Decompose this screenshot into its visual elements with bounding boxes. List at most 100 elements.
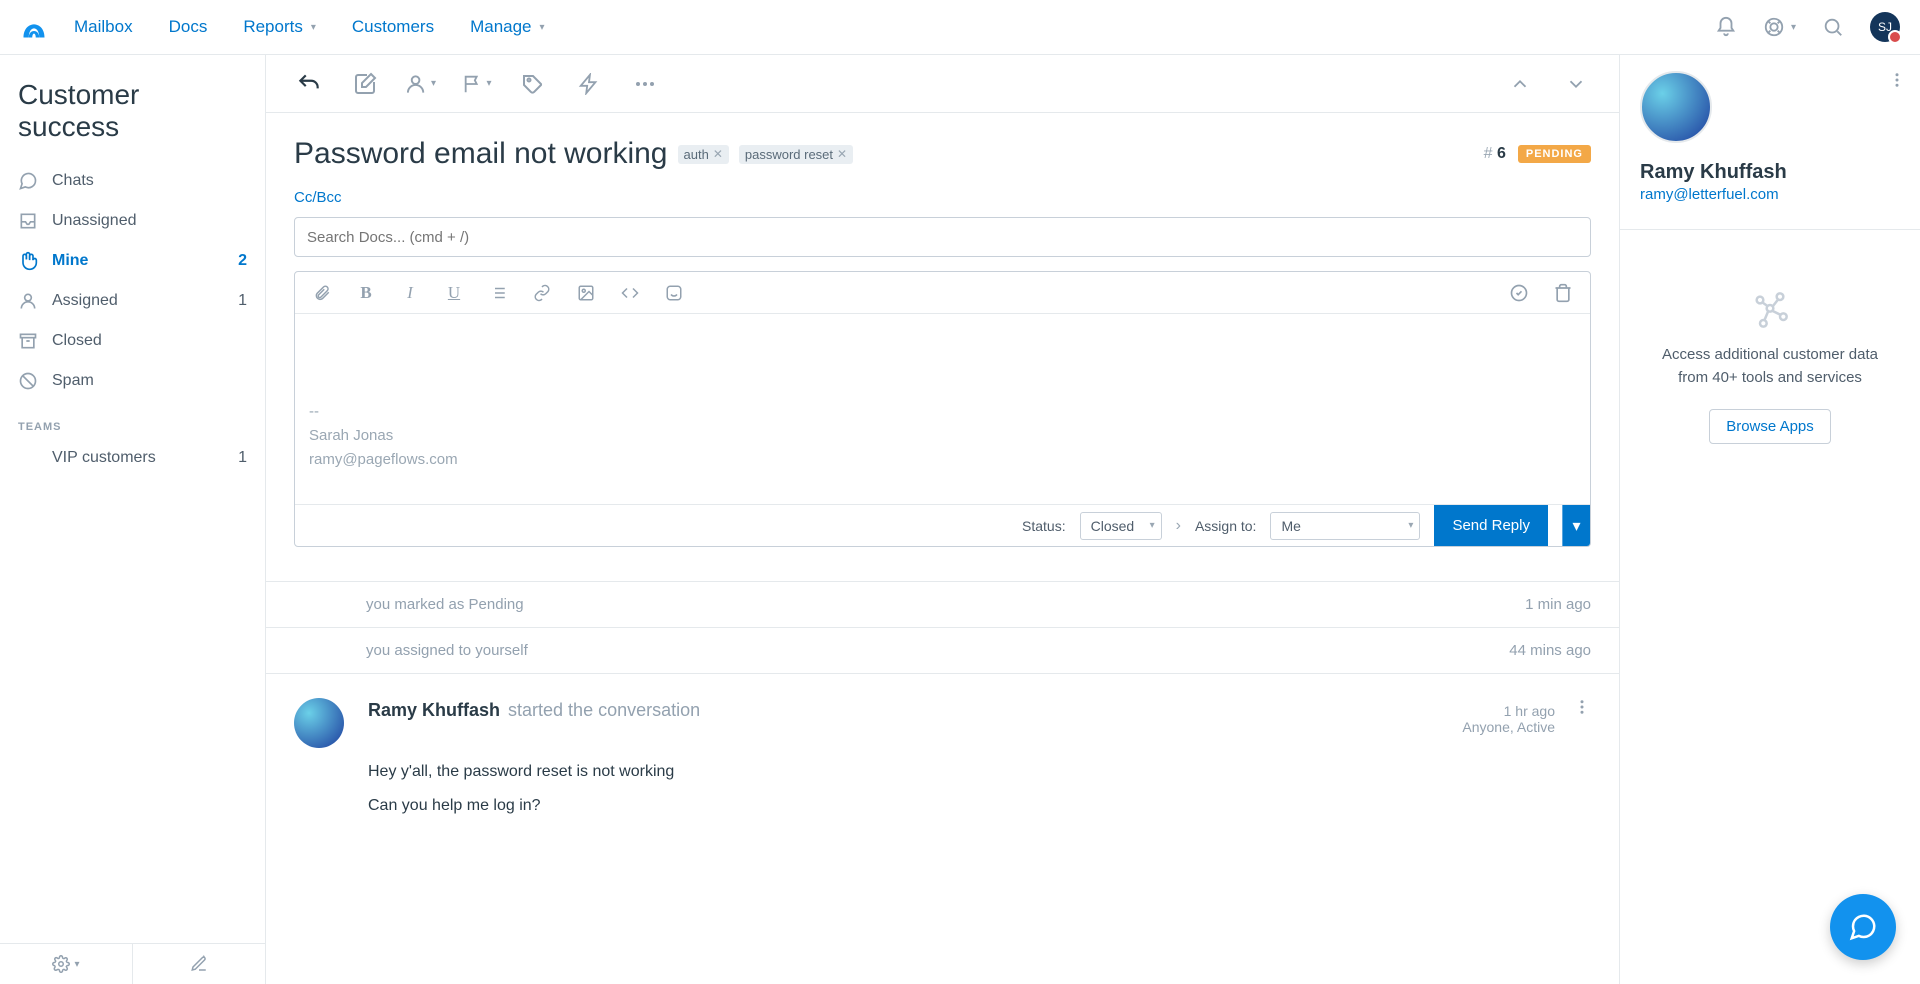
italic-icon[interactable]: I (397, 280, 423, 306)
discard-icon[interactable] (1550, 280, 1576, 306)
sidebar-item-count: 1 (238, 292, 247, 310)
sidebar-item-assigned[interactable]: Assigned 1 (0, 281, 265, 321)
attachment-icon[interactable] (309, 280, 335, 306)
customer-name: Ramy Khuffash (1640, 161, 1900, 184)
tag-remove-icon[interactable]: ✕ (837, 147, 847, 161)
signature-name: Sarah Jonas (309, 424, 1576, 448)
customer-avatar (294, 698, 344, 748)
reply-icon[interactable] (294, 69, 324, 99)
lifebuoy-icon[interactable]: ▾ (1763, 16, 1796, 38)
sidebar-item-unassigned[interactable]: Unassigned (0, 201, 265, 241)
conversation-title: Password email not working (294, 137, 668, 171)
bell-icon[interactable] (1715, 16, 1737, 38)
teams-heading: TEAMS (0, 401, 265, 439)
sidebar-item-label: Chats (52, 172, 94, 190)
caret-down-icon: ▾ (1791, 22, 1796, 33)
sidebar-item-label: Unassigned (52, 212, 137, 230)
nav-reports[interactable]: Reports▾ (243, 17, 316, 37)
conversation-tag[interactable]: password reset✕ (739, 145, 853, 164)
status-select[interactable]: Closed (1080, 512, 1162, 540)
thread-message: Ramy Khuffash started the conversation 1… (266, 673, 1619, 846)
link-icon[interactable] (529, 280, 555, 306)
next-conversation-icon[interactable] (1561, 69, 1591, 99)
status-flag-icon[interactable]: ▾ (462, 69, 492, 99)
browse-apps-button[interactable]: Browse Apps (1709, 409, 1831, 444)
mailbox-title: Customer success (0, 55, 265, 161)
chat-icon (18, 171, 38, 191)
assign-user-icon[interactable]: ▾ (406, 69, 436, 99)
activity-row: you assigned to yourself44 mins ago (266, 627, 1619, 673)
search-docs-field[interactable] (294, 217, 1591, 257)
sidebar-item-label: Closed (52, 332, 102, 350)
sidebar-team-item[interactable]: VIP customers1 (0, 439, 265, 477)
archive-icon (18, 331, 38, 351)
profile-more-icon[interactable] (1888, 71, 1906, 89)
search-icon[interactable] (1822, 16, 1844, 38)
thread-visibility: Anyone, Active (1462, 719, 1555, 735)
list-icon[interactable] (485, 280, 511, 306)
conversation-toolbar: ▾ ▾ (266, 55, 1619, 113)
underline-icon[interactable]: U (441, 280, 467, 306)
chevron-right-icon: › (1176, 517, 1181, 535)
sidebar-settings-button[interactable]: ▾ (0, 944, 132, 984)
activity-text: you marked as Pending (366, 596, 524, 613)
code-icon[interactable] (617, 280, 643, 306)
ban-icon (18, 371, 38, 391)
thread-action: started the conversation (508, 700, 700, 721)
tag-remove-icon[interactable]: ✕ (713, 147, 723, 161)
nav-docs[interactable]: Docs (169, 17, 208, 37)
thread-more-icon[interactable] (1573, 698, 1591, 716)
customer-panel: Ramy Khuffash ramy@letterfuel.com Access… (1620, 55, 1920, 984)
sidebar-footer: ▾ (0, 943, 265, 984)
nav-mailbox[interactable]: Mailbox (74, 17, 133, 37)
customer-email[interactable]: ramy@letterfuel.com (1640, 186, 1900, 203)
sidebar-item-chats[interactable]: Chats (0, 161, 265, 201)
activity-time: 44 mins ago (1509, 642, 1591, 659)
sidebar-item-label: Assigned (52, 292, 118, 310)
prev-conversation-icon[interactable] (1505, 69, 1535, 99)
note-icon[interactable] (350, 69, 380, 99)
sidebar-item-closed[interactable]: Closed (0, 321, 265, 361)
current-user-avatar[interactable]: SJ (1870, 12, 1900, 42)
ccbcc-toggle[interactable]: Cc/Bcc (294, 189, 342, 206)
apps-promo-text: Access additional customer data from 40+… (1655, 344, 1885, 389)
assign-label: Assign to: (1195, 518, 1256, 534)
sidebar-item-spam[interactable]: Spam (0, 361, 265, 401)
conversation-pane: ▾ ▾ Password email not working auth✕ pas… (266, 55, 1620, 984)
top-nav: Mailbox Docs Reports▾ Customers Manage▾ … (0, 0, 1920, 55)
status-badge: PENDING (1518, 145, 1591, 163)
signature-divider: -- (309, 400, 1576, 424)
compose-editor[interactable]: -- Sarah Jonas ramy@pageflows.com (295, 314, 1590, 504)
sidebar: Customer success ChatsUnassignedMine2Ass… (0, 55, 266, 984)
nav-customers[interactable]: Customers (352, 17, 434, 37)
compose-box: B I U -- Sarah Jonas ramy@pageflows.com … (294, 271, 1591, 547)
beacon-fab[interactable] (1830, 894, 1896, 960)
send-reply-button[interactable]: Send Reply (1434, 505, 1548, 547)
sidebar-item-count: 1 (238, 449, 247, 467)
nav-manage[interactable]: Manage▾ (470, 17, 544, 37)
caret-down-icon: ▾ (540, 22, 545, 33)
send-reply-dropdown[interactable]: ▾ (1562, 505, 1590, 547)
sidebar-compose-button[interactable] (132, 944, 265, 984)
bold-icon[interactable]: B (353, 280, 379, 306)
caret-down-icon: ▾ (311, 22, 316, 33)
sidebar-item-mine[interactable]: Mine2 (0, 241, 265, 281)
assign-select[interactable]: Me (1270, 512, 1420, 540)
tag-icon[interactable] (518, 69, 548, 99)
image-icon[interactable] (573, 280, 599, 306)
app-logo[interactable] (20, 13, 48, 41)
saved-reply-icon[interactable] (1506, 280, 1532, 306)
search-docs-input[interactable] (307, 229, 1578, 246)
workflow-icon[interactable] (574, 69, 604, 99)
emoji-icon[interactable] (661, 280, 687, 306)
thread-time: 1 hr ago (1462, 703, 1555, 719)
activity-row: you marked as Pending1 min ago (266, 581, 1619, 627)
hand-icon (18, 251, 38, 271)
conversation-tag[interactable]: auth✕ (678, 145, 729, 164)
thread-author: Ramy Khuffash (368, 700, 500, 721)
inbox-icon (18, 211, 38, 231)
customer-avatar-large (1640, 71, 1712, 143)
message-line: Can you help me log in? (368, 789, 1591, 823)
more-horizontal-icon[interactable] (630, 69, 660, 99)
sidebar-item-count: 2 (238, 252, 247, 270)
